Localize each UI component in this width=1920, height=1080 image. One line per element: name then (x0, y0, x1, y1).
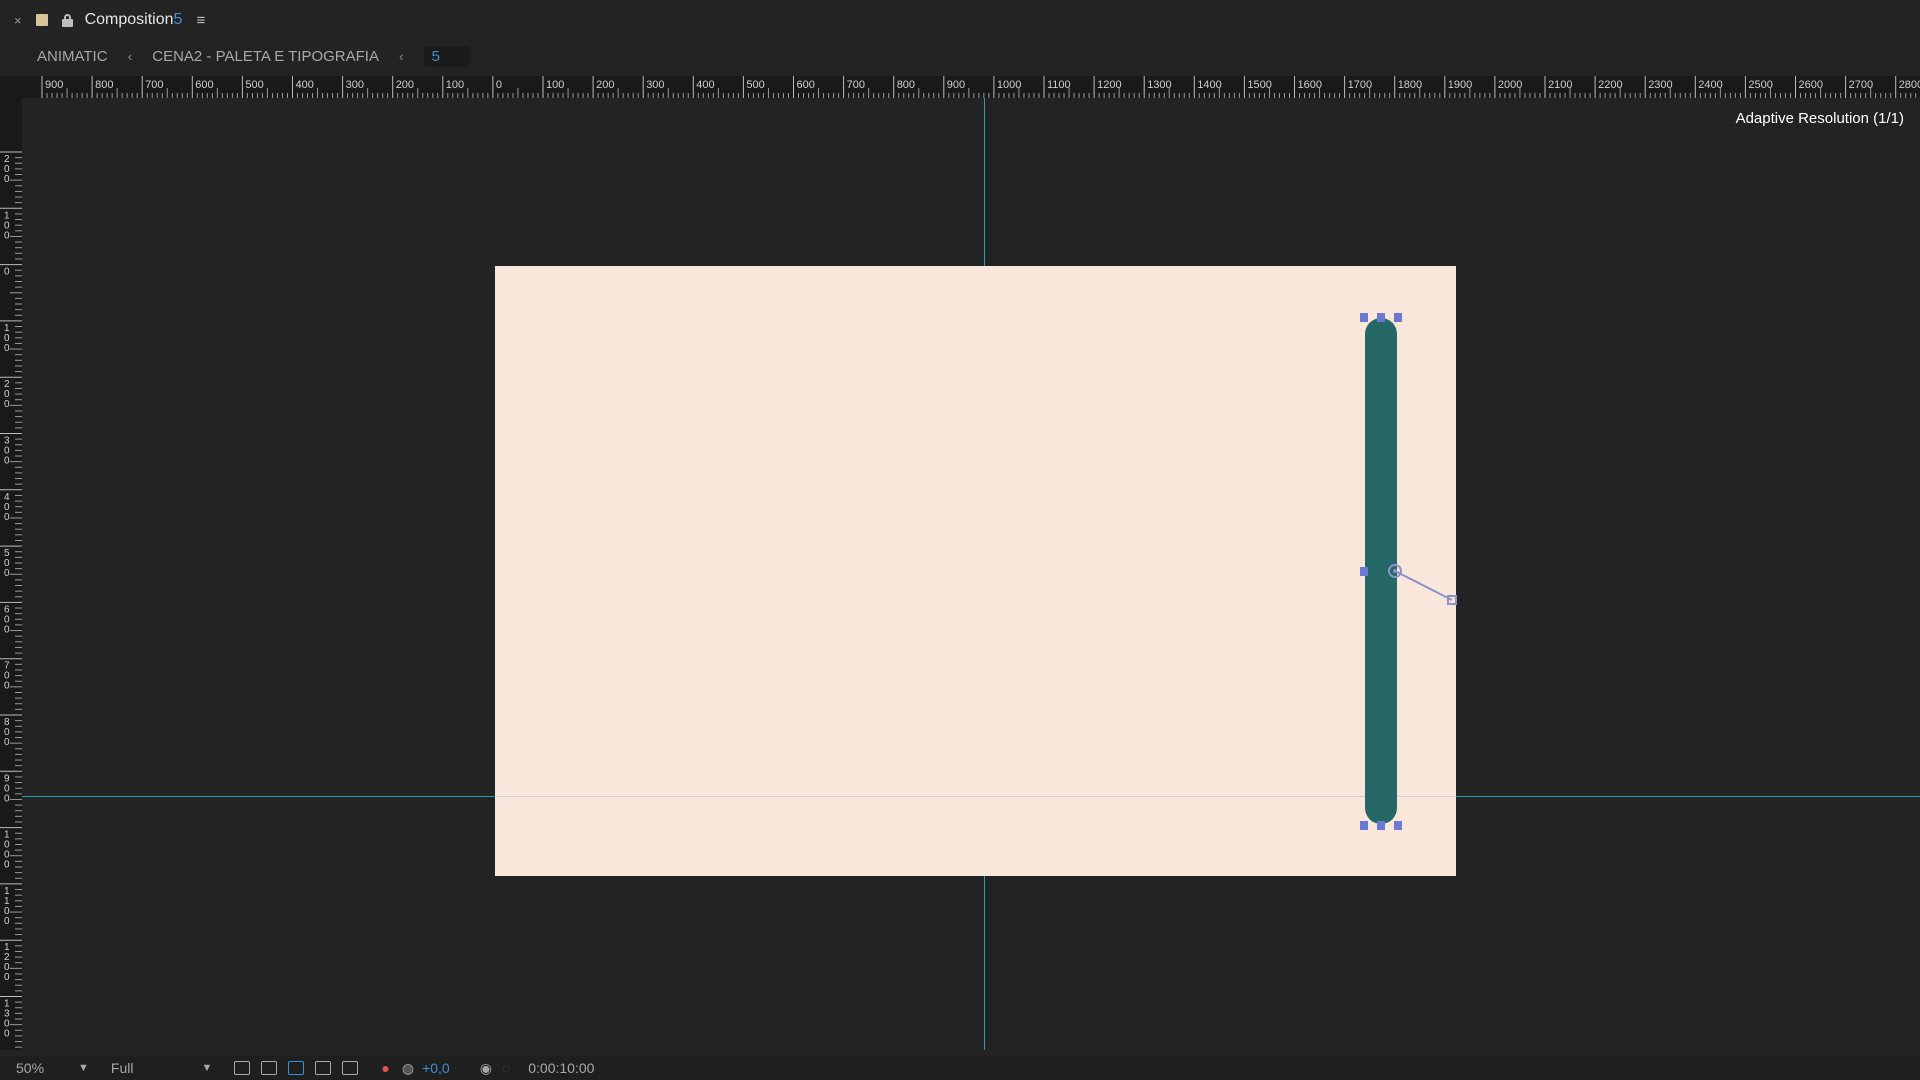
breadcrumb-current[interactable]: 5 (423, 45, 470, 67)
breadcrumb-cena2[interactable]: CENA2 - PALETA E TIPOGRAFIA (152, 48, 379, 65)
transparency-grid-icon[interactable] (261, 1061, 278, 1075)
ruler-label: 0 (4, 624, 10, 635)
ruler-label: 2300 (1648, 79, 1672, 91)
composition-navigator: ANIMATIC ‹ CENA2 - PALETA E TIPOGRAFIA ‹… (0, 40, 1920, 72)
show-snapshot-icon[interactable]: ◌ (502, 1060, 510, 1076)
ruler-label: 2000 (1498, 79, 1522, 91)
current-time[interactable]: 0:00:10:00 (528, 1060, 594, 1076)
resolution-dropdown[interactable]: Full ▼ (111, 1060, 212, 1076)
ruler-label: 0 (4, 456, 10, 467)
ruler-label: 300 (346, 79, 364, 91)
ruler-label: 300 (646, 79, 664, 91)
ruler-label: 0 (4, 230, 10, 241)
region-of-interest-icon[interactable] (234, 1061, 251, 1075)
ruler-label: 900 (45, 79, 63, 91)
resolution-value: Full (110, 1060, 134, 1076)
ruler-label: 0 (4, 681, 10, 692)
ruler-label: 2200 (1598, 79, 1622, 91)
title-safe-icon[interactable] (315, 1061, 332, 1075)
composition-tab-title: Composition (84, 11, 174, 28)
chevron-down-icon: ▼ (201, 1062, 213, 1074)
ruler-label: 1700 (1348, 79, 1372, 91)
exposure-value[interactable]: +0,0 (422, 1060, 450, 1076)
ruler-label: 0 (4, 972, 10, 983)
ruler-label: 0 (4, 568, 10, 579)
guide-over-frame (495, 796, 1456, 797)
vertical-ruler[interactable]: 2001000100200300400500600700800900100011… (0, 98, 22, 1050)
panel-tab-bar: × Composition5 ≡ (0, 0, 1920, 40)
ruler-label: 2800 (1899, 79, 1920, 91)
ruler-label: 2600 (1799, 79, 1823, 91)
zoom-dropdown[interactable]: 50% ▼ (16, 1060, 89, 1076)
zoom-value: 50% (16, 1060, 45, 1076)
ruler-label: 2100 (1548, 79, 1572, 91)
ruler-label: 0 (4, 916, 10, 927)
ruler-label: 100 (446, 79, 464, 91)
ruler-label: 0 (4, 174, 10, 185)
panel-menu-button[interactable]: ≡ (196, 12, 205, 29)
ruler-label: 2400 (1698, 79, 1722, 91)
ruler-label: 0 (4, 793, 10, 804)
ruler-label: 900 (947, 79, 965, 91)
color-channels-icon[interactable]: ● (381, 1060, 389, 1076)
label-color-swatch[interactable] (35, 14, 48, 26)
ruler-label: 0 (4, 267, 10, 278)
ruler-label: 0 (4, 399, 10, 410)
snapshot-camera-icon[interactable]: ◉ (480, 1060, 492, 1077)
ruler-label: 0 (496, 79, 502, 91)
ruler-label: 700 (145, 79, 163, 91)
ruler-label: 1900 (1448, 79, 1472, 91)
mask-visibility-icon[interactable] (288, 1061, 305, 1075)
ruler-label: 200 (596, 79, 614, 91)
ruler-label: 1000 (997, 79, 1021, 91)
ruler-label: 0 (4, 512, 10, 523)
ruler-label: 1300 (1147, 79, 1171, 91)
ruler-label: 400 (696, 79, 714, 91)
breadcrumb-animatic[interactable]: ANIMATIC (37, 48, 108, 65)
ruler-label: 600 (797, 79, 815, 91)
ruler-label: 500 (746, 79, 764, 91)
ruler-label: 700 (847, 79, 865, 91)
ruler-label: 800 (95, 79, 113, 91)
ruler-label: 0 (4, 860, 10, 871)
composition-tab[interactable]: Composition5 (85, 11, 183, 29)
ruler-label: 1500 (1247, 79, 1271, 91)
ruler-label: 1400 (1197, 79, 1221, 91)
adaptive-resolution-indicator: Adaptive Resolution (1/1) (1735, 110, 1904, 127)
rounded-rectangle-shape[interactable] (1365, 318, 1397, 824)
ruler-label: 0 (4, 737, 10, 748)
chevron-left-icon: ‹ (398, 48, 404, 64)
composition-frame[interactable] (495, 266, 1456, 876)
ruler-label: 500 (245, 79, 263, 91)
ruler-label: 0 (4, 1029, 10, 1040)
ruler-label: 0 (4, 343, 10, 354)
ruler-label: 800 (897, 79, 915, 91)
ruler-label: 1800 (1398, 79, 1422, 91)
ruler-label: 1200 (1097, 79, 1121, 91)
ruler-label: 100 (546, 79, 564, 91)
reset-exposure-icon[interactable]: ◍ (402, 1060, 414, 1077)
chevron-left-icon: ‹ (127, 48, 133, 64)
close-panel-button[interactable]: × (14, 13, 22, 28)
ruler-label: 1100 (1047, 79, 1071, 91)
ruler-label: 2700 (1849, 79, 1873, 91)
ruler-label: 200 (396, 79, 414, 91)
ruler-label: 600 (195, 79, 213, 91)
viewer-status-bar: 50% ▼ Full ▼ ● ◍ +0,0 ◉ ◌ 0:00:10:00 (0, 1056, 1920, 1080)
ruler-label: 400 (296, 79, 314, 91)
horizontal-ruler[interactable]: 900 800 700 600 500 400 300 200 100 0 100 200 300 400… (0, 76, 1920, 98)
chevron-down-icon: ▼ (78, 1062, 89, 1074)
grid-icon[interactable] (342, 1061, 359, 1075)
composition-tab-number: 5 (173, 11, 183, 28)
ruler-label: 2500 (1748, 79, 1772, 91)
lock-icon[interactable] (61, 13, 73, 27)
ruler-label: 1600 (1298, 79, 1322, 91)
